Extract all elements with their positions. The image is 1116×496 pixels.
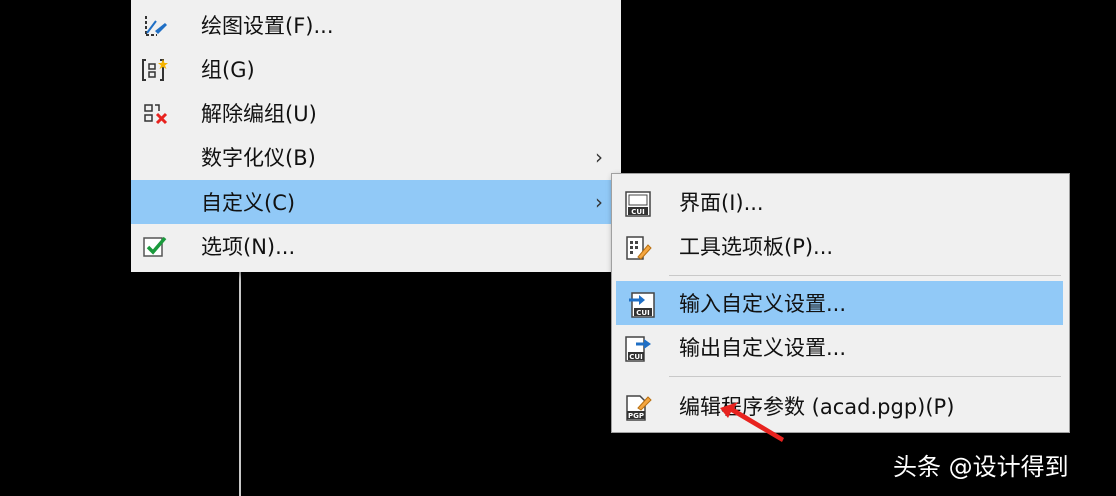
watermark: 头条 @设计得到: [893, 453, 1069, 481]
submenu-item-label: 界面(I)...: [679, 191, 764, 215]
chevron-right-icon: ›: [595, 145, 603, 169]
menu-item-ungroup[interactable]: 解除编组(U): [131, 91, 621, 135]
group-icon: [141, 57, 169, 83]
menu-item-options[interactable]: 选项(N)...: [131, 224, 621, 268]
menu-item-label: 组(G): [201, 58, 255, 82]
chevron-right-icon: ›: [595, 190, 603, 214]
customize-submenu: CUI 界面(I)... 工具选项板(P)... CUI 输入自定义设置... …: [611, 173, 1070, 433]
menu-item-digitizer[interactable]: 数字化仪(B) ›: [131, 135, 621, 179]
menu-item-drafting-settings[interactable]: 绘图设置(F)...: [131, 3, 621, 47]
submenu-item-tool-palettes[interactable]: 工具选项板(P)...: [612, 224, 1069, 268]
menu-item-label: 解除编组(U): [201, 102, 317, 126]
svg-text:CUI: CUI: [636, 309, 649, 317]
submenu-item-export-customizations[interactable]: CUI 输出自定义设置...: [612, 325, 1069, 369]
tool-palettes-icon: [624, 234, 652, 260]
menu-item-label: 数字化仪(B): [201, 146, 316, 170]
submenu-item-label: 工具选项板(P)...: [679, 235, 834, 259]
context-menu: 绘图设置(F)... 组(G) 解除编组(U) 数字化仪(B) › 自定义(C)…: [131, 0, 621, 272]
submenu-item-label: 输出自定义设置...: [679, 336, 847, 360]
menu-item-label: 绘图设置(F)...: [201, 14, 334, 38]
export-cui-icon: CUI: [624, 335, 652, 362]
import-cui-icon: CUI: [628, 291, 656, 318]
ungroup-icon: [141, 101, 169, 127]
submenu-item-label: 输入自定义设置...: [679, 292, 847, 316]
options-check-icon: [141, 234, 169, 260]
drafting-settings-icon: [141, 13, 169, 39]
edit-pgp-icon: PGP: [624, 394, 652, 421]
svg-text:PGP: PGP: [628, 412, 644, 420]
menu-item-label: 自定义(C): [201, 191, 296, 215]
submenu-separator: [669, 376, 1061, 377]
svg-text:CUI: CUI: [631, 208, 644, 216]
submenu-item-import-customizations[interactable]: CUI 输入自定义设置...: [616, 281, 1063, 325]
submenu-item-interface[interactable]: CUI 界面(I)...: [612, 180, 1069, 224]
menu-item-customize[interactable]: 自定义(C) ›: [131, 180, 621, 224]
submenu-separator: [669, 275, 1061, 276]
menu-item-label: 选项(N)...: [201, 235, 296, 259]
annotation-arrow-icon: [720, 402, 784, 442]
submenu-item-edit-pgp[interactable]: PGP 编辑程序参数 (acad.pgp)(P): [612, 384, 1069, 428]
menu-item-group[interactable]: 组(G): [131, 47, 621, 91]
cui-interface-icon: CUI: [624, 190, 652, 217]
svg-text:CUI: CUI: [629, 353, 642, 361]
